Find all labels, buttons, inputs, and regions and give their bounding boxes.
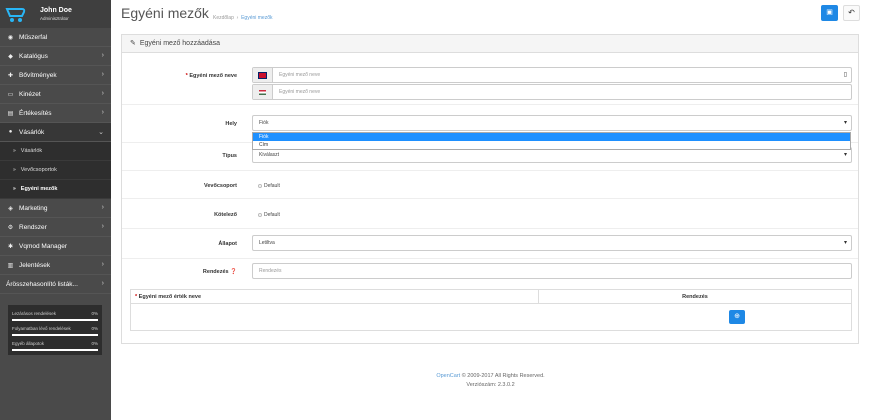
row-customer-group: Vevőcsoport Default [122, 171, 858, 199]
type-label: Típus [222, 153, 237, 159]
breadcrumb: Kezdőlap › Egyéni mezők [213, 15, 273, 21]
required-default-checkbox[interactable]: Default [258, 212, 280, 218]
sort-label: Rendezés ❓ [202, 269, 237, 275]
row-name: * Egyéni mező neve Egyéni mező neve ▯ Eg… [122, 53, 858, 105]
status-label: Állapot [218, 241, 237, 247]
back-button[interactable]: ↶ [843, 5, 860, 21]
monitor-icon: ▭ [7, 91, 14, 98]
row-required: Kötelező Default [122, 199, 858, 229]
name-input-hu[interactable]: Egyéni mező neve [252, 84, 852, 100]
submenu-item-customers[interactable]: » Vásárlók [0, 142, 111, 161]
save-button[interactable]: ▣ [821, 5, 838, 21]
menu-item-sales[interactable]: ▤ Értékesítés › [0, 104, 111, 123]
sort-input[interactable]: Rendezés [252, 263, 852, 279]
row-status: Állapot Letiltva ▾ [122, 229, 858, 259]
sidebar: John Doe Adminisztrátor ◉ Műszerfal ◆ Kata… [0, 0, 111, 420]
chevron-right-icon: › [101, 52, 104, 59]
menu-item-customers[interactable]: ● Vásárlók ⌄ [0, 123, 111, 142]
cog-icon: ✱ [7, 243, 14, 250]
location-label: Hely [225, 121, 237, 127]
cart-icon: ▤ [7, 110, 14, 117]
stat-processing: Folyamatban lévő rendelések 0% [12, 323, 98, 338]
menu-item-system[interactable]: ⚙ Rendszer › [0, 218, 111, 237]
breadcrumb-current[interactable]: Egyéni mezők [241, 15, 272, 21]
menu-item-reports[interactable]: ▥ Jelentések › [0, 256, 111, 275]
double-chevron-icon: » [13, 148, 16, 154]
customer-group-default-checkbox[interactable]: Default [258, 183, 280, 189]
chevron-right-icon: › [101, 204, 104, 211]
plus-circle-icon: ⊕ [734, 313, 740, 320]
caret-down-icon: ▾ [843, 120, 847, 126]
menu-item-design[interactable]: ▭ Kinézet › [0, 85, 111, 104]
chart-icon: ▥ [7, 262, 14, 269]
menu-item-catalog[interactable]: ◆ Katalógus › [0, 47, 111, 66]
save-icon: ▣ [826, 9, 833, 16]
customer-group-label: Vevőcsoport [203, 183, 237, 189]
name-input-en[interactable]: Egyéni mező neve ▯ [252, 67, 852, 83]
double-chevron-icon: » [13, 167, 16, 173]
user-icon: ● [8, 129, 13, 135]
contact-card-icon: ▯ [843, 72, 847, 78]
order-stats: Lezárásos rendelések 0% Folyamatban lévő … [8, 305, 102, 355]
location-select[interactable]: Fiók ▾ [252, 115, 852, 131]
user-name: John Doe [40, 7, 72, 14]
flag-hungary-icon [253, 85, 273, 99]
share-icon: ◈ [8, 205, 13, 212]
stat-complete: Lezárásos rendelések 0% [12, 308, 98, 323]
main-menu: ◉ Műszerfal ◆ Katalógus › ✚ Bővítmények › ▭ Ki… [0, 28, 111, 294]
panel-heading: ✎ Egyéni mező hozzáadása [122, 35, 858, 53]
caret-down-icon: ▾ [843, 240, 847, 246]
tag-icon: ◆ [8, 53, 13, 60]
name-label: * Egyéni mező neve [185, 73, 237, 79]
chevron-right-icon: › [101, 71, 104, 78]
chevron-right-icon: › [101, 280, 104, 287]
custom-field-values-table: * Egyéni mező érték neve Rendezés ⊕ [130, 289, 852, 331]
chevron-right-icon: › [101, 261, 104, 268]
column-value-name: * Egyéni mező érték neve [131, 290, 539, 304]
menu-item-extensions[interactable]: ✚ Bővítmények › [0, 66, 111, 85]
chevron-right-icon: › [101, 109, 104, 116]
double-chevron-icon: » [13, 186, 16, 192]
pencil-icon: ✎ [130, 40, 136, 47]
menu-item-price-comparison[interactable]: Árösszehasonlító listák... › [0, 275, 111, 294]
option-account[interactable]: Fiók [253, 133, 850, 141]
location-dropdown: Fiók Cím [252, 132, 851, 150]
column-sort: Rendezés [539, 290, 851, 304]
puzzle-icon: ✚ [7, 72, 14, 79]
page-header: Egyéni mezők Kezdőlap › Egyéni mezők ▣ ↶ [121, 5, 860, 27]
dashboard-icon: ◉ [7, 34, 14, 41]
progress-bar [12, 319, 98, 321]
stat-other: Egyéb állapotok 0% [12, 338, 98, 353]
chevron-down-icon: ⌄ [98, 129, 104, 136]
submenu-item-custom-fields[interactable]: » Egyéni mezők [0, 180, 111, 199]
version-text: Verziószám: 2.3.0.2 [466, 382, 515, 388]
page-footer: OpenCart © 2009-2017 All Rights Reserved… [111, 372, 870, 390]
progress-bar [12, 349, 98, 351]
help-icon: ❓ [230, 269, 237, 275]
required-label: Kötelező [214, 212, 237, 218]
chevron-right-icon: › [101, 223, 104, 230]
menu-item-vqmod[interactable]: ✱ Vqmod Manager [0, 237, 111, 256]
user-profile[interactable]: John Doe Adminisztrátor [0, 0, 111, 28]
flag-uk-icon [253, 68, 273, 82]
caret-down-icon: ▾ [843, 152, 847, 158]
breadcrumb-home[interactable]: Kezdőlap [213, 15, 234, 21]
main-content: Egyéni mezők Kezdőlap › Egyéni mezők ▣ ↶… [111, 0, 870, 420]
submenu-item-customer-groups[interactable]: » Vevőcsoportok [0, 161, 111, 180]
add-value-button[interactable]: ⊕ [729, 310, 745, 324]
status-select[interactable]: Letiltva ▾ [252, 235, 852, 251]
reply-icon: ↶ [848, 8, 855, 17]
row-sort: Rendezés ❓ Rendezés [122, 259, 858, 287]
user-role: Adminisztrátor [40, 16, 69, 21]
gear-icon: ⚙ [7, 224, 14, 231]
opencart-link[interactable]: OpenCart [436, 373, 460, 379]
chevron-right-icon: › [101, 90, 104, 97]
opencart-logo-icon [5, 8, 26, 22]
option-address[interactable]: Cím [253, 141, 850, 149]
add-custom-field-panel: ✎ Egyéni mező hozzáadása * Egyéni mező ne… [121, 34, 859, 344]
menu-item-marketing[interactable]: ◈ Marketing › [0, 199, 111, 218]
page-title: Egyéni mezők [121, 5, 209, 21]
progress-bar [12, 334, 98, 336]
menu-item-dashboard[interactable]: ◉ Műszerfal [0, 28, 111, 47]
